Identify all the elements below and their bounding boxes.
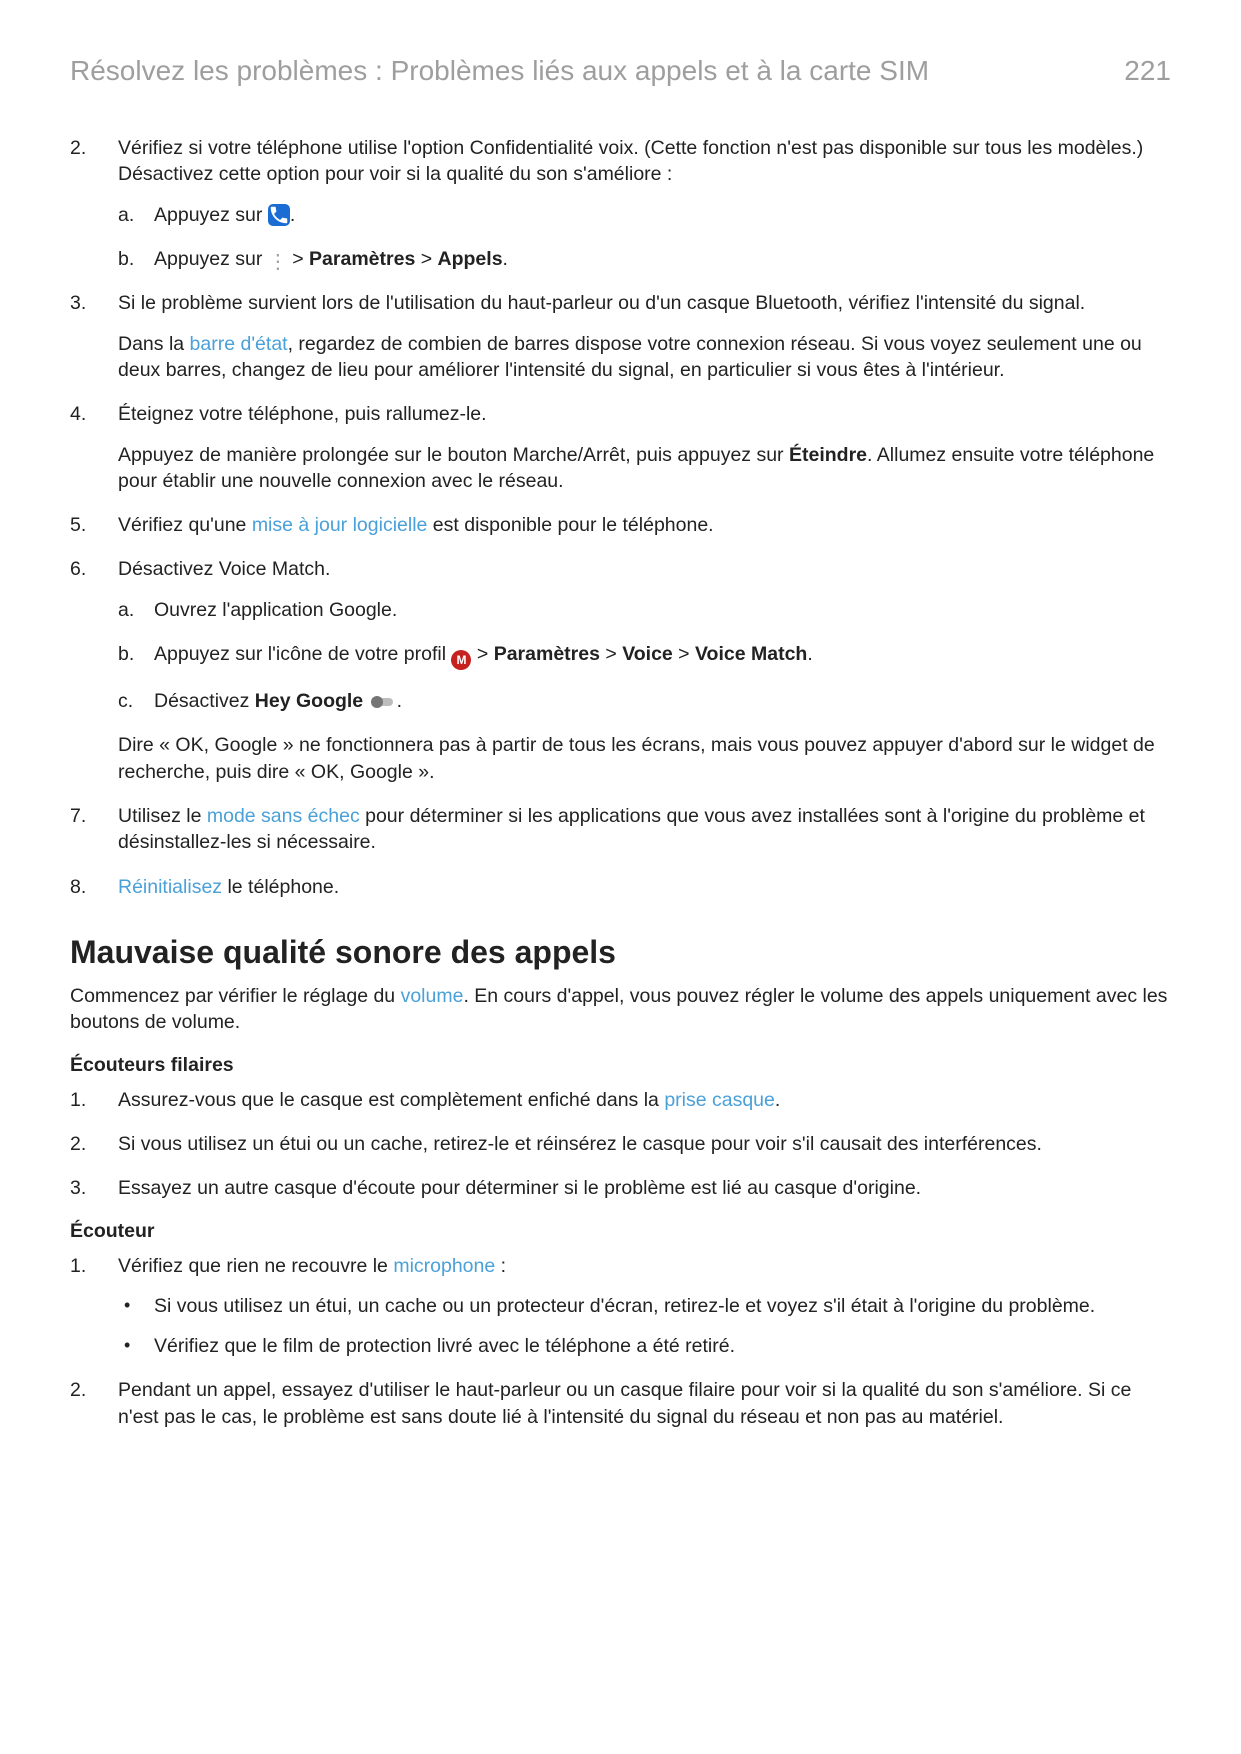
page-number: 221 [1124,55,1171,87]
step-6b: Appuyez sur l'icône de votre profil M > … [118,641,1171,670]
t: le téléphone. [222,876,339,898]
profile-icon: M [451,650,471,670]
earpiece-list: Vérifiez que rien ne recouvre le microph… [70,1253,1171,1431]
t: Vérifiez que rien ne recouvre le [118,1255,393,1277]
step-6-sublist: Ouvrez l'application Google. Appuyez sur… [118,597,1171,715]
step-2-text: Vérifiez si votre téléphone utilise l'op… [118,137,1143,185]
earpiece-bullet-2: Vérifiez que le film de protection livré… [118,1333,1171,1359]
step-6: Désactivez Voice Match. Ouvrez l'applica… [70,556,1171,785]
step-6-para: Dire « OK, Google » ne fonctionnera pas … [118,732,1171,785]
step-2-sublist: Appuyez sur . Appuyez sur ⋮ > Paramètres… [118,202,1171,273]
wired-list: Assurez-vous que le casque est complètem… [70,1087,1171,1202]
step-2b-pre: Appuyez sur [154,248,268,270]
step-2b-post: . [503,248,508,270]
t: est disponible pour le téléphone. [427,514,713,536]
step-5: Vérifiez qu'une mise à jour logicielle e… [70,512,1171,538]
arrow: > [673,643,695,665]
t: Assurez-vous que le casque est complètem… [118,1089,664,1111]
calls-label: Appels [438,248,503,270]
status-bar-link[interactable]: barre d'état [190,333,288,355]
page-content: Résolvez les problèmes : Problèmes liés … [0,0,1241,1468]
arrow: > [600,643,622,665]
volume-link[interactable]: volume [401,985,464,1007]
t: . [775,1089,780,1111]
section-intro: Commencez par vérifier le réglage du vol… [70,983,1171,1036]
headset-jack-link[interactable]: prise casque [664,1089,775,1111]
step-4-text: Éteignez votre téléphone, puis rallumez-… [118,403,487,425]
sub-heading-wired: Écouteurs filaires [70,1054,1171,1077]
t: . [807,643,812,665]
step-2a-post: . [290,204,295,226]
earpiece-step-2: Pendant un appel, essayez d'utiliser le … [70,1377,1171,1430]
step-8: Réinitialisez le téléphone. [70,874,1171,900]
step-2a-pre: Appuyez sur [154,204,268,226]
t: Appuyez de manière prolongée sur le bout… [118,444,789,466]
toggle-off-icon [369,694,397,710]
t: Appuyez sur l'icône de votre profil [154,643,451,665]
t: . [397,690,402,712]
wired-step-3: Essayez un autre casque d'écoute pour dé… [70,1175,1171,1201]
software-update-link[interactable]: mise à jour logicielle [252,514,428,536]
t: : [495,1255,506,1277]
power-off-label: Éteindre [789,444,867,466]
earpiece-step-1: Vérifiez que rien ne recouvre le microph… [70,1253,1171,1360]
section-title: Mauvaise qualité sonore des appels [70,934,1171,971]
step-2: Vérifiez si votre téléphone utilise l'op… [70,135,1171,272]
breadcrumb: Résolvez les problèmes : Problèmes liés … [70,55,929,87]
step-4-para: Appuyez de manière prolongée sur le bout… [118,442,1171,495]
more-vert-icon: ⋮ [268,252,287,272]
arrow: > [287,248,309,270]
step-2b: Appuyez sur ⋮ > Paramètres > Appels. [118,246,1171,272]
step-6c: Désactivez Hey Google . [118,688,1171,714]
voice-label: Voice [622,643,673,665]
phone-app-icon [268,204,290,226]
microphone-link[interactable]: microphone [393,1255,495,1277]
reset-link[interactable]: Réinitialisez [118,876,222,898]
wired-step-2: Si vous utilisez un étui ou un cache, re… [70,1131,1171,1157]
step-6-text: Désactivez Voice Match. [118,558,330,580]
page-header: Résolvez les problèmes : Problèmes liés … [70,55,1171,87]
t: Dans la [118,333,190,355]
step-3: Si le problème survient lors de l'utilis… [70,290,1171,383]
hey-google-label: Hey Google [255,690,363,712]
safe-mode-link[interactable]: mode sans échec [207,805,360,827]
step-7: Utilisez le mode sans échec pour détermi… [70,803,1171,856]
settings-label: Paramètres [494,643,600,665]
step-list-1: Vérifiez si votre téléphone utilise l'op… [70,135,1171,900]
step-6a: Ouvrez l'application Google. [118,597,1171,623]
wired-step-1: Assurez-vous que le casque est complètem… [70,1087,1171,1113]
voice-match-label: Voice Match [695,643,807,665]
t: Utilisez le [118,805,207,827]
step-3-para: Dans la barre d'état, regardez de combie… [118,331,1171,384]
t: Vérifiez qu'une [118,514,252,536]
earpiece-bullet-1: Si vous utilisez un étui, un cache ou un… [118,1293,1171,1319]
t: Désactivez [154,690,255,712]
step-2a: Appuyez sur . [118,202,1171,228]
settings-label: Paramètres [309,248,415,270]
arrow: > [471,643,493,665]
t: Commencez par vérifier le réglage du [70,985,401,1007]
arrow: > [415,248,437,270]
sub-heading-earpiece: Écouteur [70,1220,1171,1243]
step-4: Éteignez votre téléphone, puis rallumez-… [70,401,1171,494]
earpiece-bullets: Si vous utilisez un étui, un cache ou un… [118,1293,1171,1360]
step-3-text: Si le problème survient lors de l'utilis… [118,292,1085,314]
